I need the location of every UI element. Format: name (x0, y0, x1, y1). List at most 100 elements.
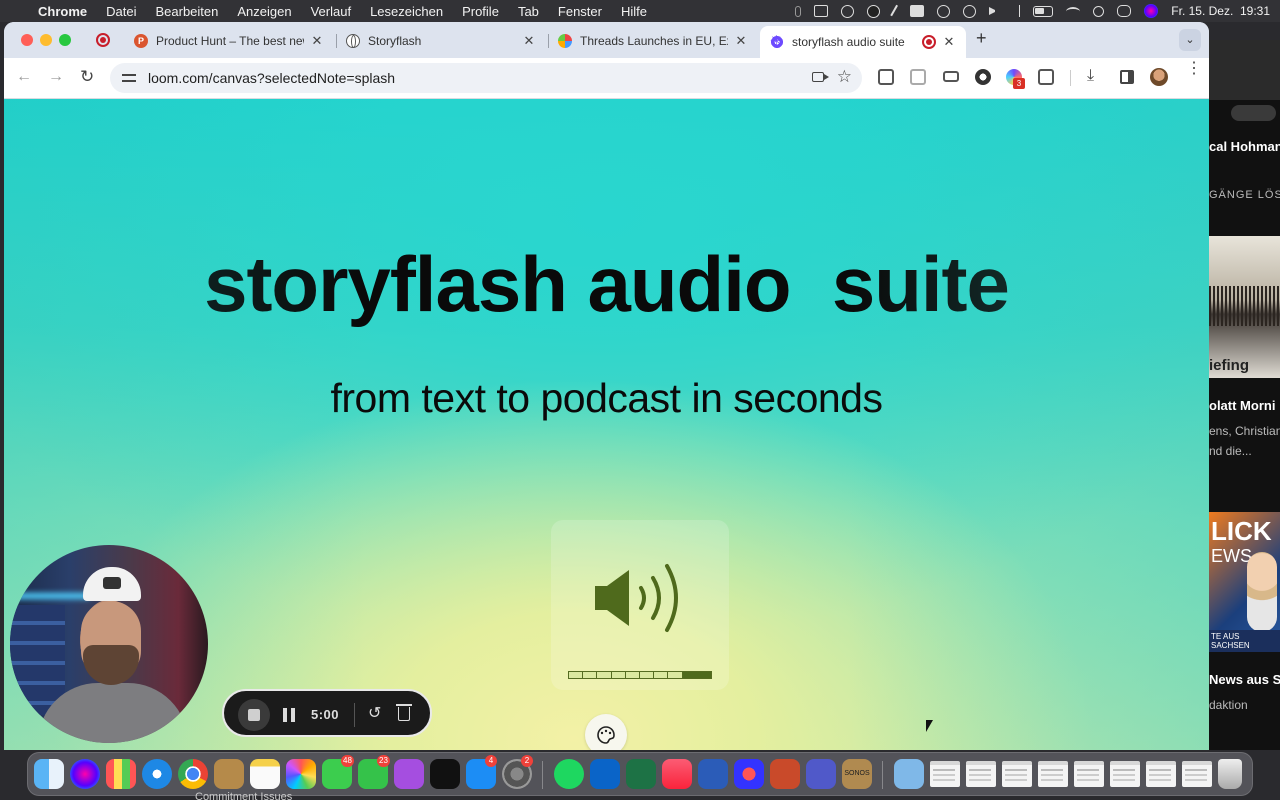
extension-icon[interactable] (878, 69, 894, 85)
folder-icon[interactable] (894, 759, 924, 789)
minimized-window[interactable] (1110, 761, 1140, 787)
siri-dock-icon[interactable] (70, 759, 100, 789)
finder-icon[interactable] (34, 759, 64, 789)
background-article-image-2: LICK EWS TE AUS SACHSEN (1209, 512, 1280, 652)
address-bar[interactable]: loom.com/canvas?selectedNote=splash ☆ (110, 63, 862, 93)
delete-recording-icon[interactable] (396, 704, 412, 721)
minimized-window[interactable] (930, 761, 960, 787)
podcasts-icon[interactable] (394, 759, 424, 789)
webcam-bubble[interactable] (10, 545, 208, 743)
spotify-icon[interactable] (554, 759, 584, 789)
tab-close-icon[interactable]: ✕ (734, 33, 748, 49)
minimized-window[interactable] (1074, 761, 1104, 787)
screen-share-icon[interactable] (814, 5, 829, 17)
restart-recording-icon[interactable]: ↺ (368, 703, 381, 723)
menu-fenster[interactable]: Fenster (558, 4, 602, 19)
wifi-icon[interactable] (1066, 6, 1081, 16)
menu-hilfe[interactable]: Hilfe (621, 4, 647, 19)
minimized-window[interactable] (1146, 761, 1176, 787)
profile-avatar[interactable] (1150, 68, 1168, 86)
menu-verlauf[interactable]: Verlauf (311, 4, 351, 19)
menu-profile[interactable]: Profile (462, 4, 499, 19)
site-settings-icon[interactable] (122, 72, 136, 84)
side-panel-icon[interactable] (1120, 70, 1134, 84)
tab-threads[interactable]: Threads Launches in EU, Exp ✕ (548, 26, 758, 56)
download-icon[interactable]: ⤓ (1087, 67, 1094, 85)
play-icon[interactable] (963, 4, 977, 18)
menu-bearbeiten[interactable]: Bearbeiten (155, 4, 218, 19)
teams-icon[interactable] (806, 759, 836, 789)
url-text[interactable]: loom.com/canvas?selectedNote=splash (148, 70, 395, 86)
theme-palette-button[interactable] (585, 714, 627, 750)
music-icon[interactable] (662, 759, 692, 789)
powerpoint-icon[interactable] (770, 759, 800, 789)
outlook-icon[interactable] (590, 759, 620, 789)
microphone-icon[interactable] (795, 5, 802, 17)
tab-close-icon[interactable]: ✕ (522, 33, 536, 49)
chrome-icon[interactable] (178, 759, 208, 789)
window-minimize-button[interactable] (40, 34, 52, 46)
minimized-window[interactable] (1002, 761, 1032, 787)
minimized-window[interactable] (1038, 761, 1068, 787)
audio-progress-bar[interactable] (568, 671, 712, 679)
background-article-text-1a: ens, Christian (1209, 424, 1280, 438)
cast-icon[interactable] (943, 71, 959, 82)
speaker-volume-icon[interactable] (595, 562, 689, 634)
progress-segment (569, 672, 584, 678)
tab-product-hunt[interactable]: P Product Hunt – The best new ✕ (124, 26, 334, 56)
extension-b-icon[interactable] (910, 69, 926, 85)
bookmark-star-icon[interactable]: ☆ (837, 67, 852, 87)
window-close-button[interactable] (21, 34, 33, 46)
stop-recording-button[interactable] (238, 699, 270, 731)
reload-button[interactable]: ↻ (80, 67, 94, 87)
user-icon[interactable] (937, 4, 951, 18)
tab-storyflash-audio-suite[interactable]: storyflash audio suite ✕ (760, 26, 966, 58)
minimized-window[interactable] (1182, 761, 1212, 787)
excel-icon[interactable] (626, 759, 656, 789)
camera-icon[interactable] (812, 72, 829, 82)
pause-recording-button[interactable] (283, 708, 295, 722)
screen-icon[interactable] (910, 5, 925, 17)
soccer-ball-icon[interactable] (975, 69, 991, 85)
notes-icon[interactable] (250, 759, 280, 789)
menu-app-name[interactable]: Chrome (38, 4, 87, 19)
extensions-puzzle-icon[interactable] (1038, 69, 1054, 85)
tab-storyflash[interactable]: Storyflash ✕ (336, 26, 546, 56)
menu-clock[interactable]: Fr. 15. Dez. 19:31 (1171, 4, 1270, 18)
contacts-icon[interactable] (214, 759, 244, 789)
menu-lesezeichen[interactable]: Lesezeichen (370, 4, 443, 19)
audio-player-card[interactable] (551, 520, 729, 690)
new-tab-button[interactable]: + (976, 28, 987, 49)
safari-icon[interactable] (142, 759, 172, 789)
tab-close-icon[interactable]: ✕ (310, 33, 324, 49)
trash-icon[interactable] (1218, 759, 1242, 789)
chrome-menu-icon[interactable]: ⋮ (1186, 61, 1202, 77)
audacity-icon[interactable] (734, 759, 764, 789)
apple-tv-icon[interactable] (430, 759, 460, 789)
tab-close-icon[interactable]: ✕ (942, 34, 956, 50)
sonos-icon[interactable]: SONOS (842, 759, 872, 789)
siri-icon[interactable] (1144, 4, 1159, 18)
background-article-text-1b: nd die... (1209, 444, 1252, 458)
loom-record-icon[interactable] (867, 4, 881, 18)
search-icon[interactable] (1093, 5, 1105, 17)
photos-icon[interactable] (286, 759, 316, 789)
tab-title: Threads Launches in EU, Exp (580, 34, 728, 48)
grid-icon[interactable] (841, 4, 855, 18)
settings-badge: 2 (521, 755, 533, 767)
menu-anzeigen[interactable]: Anzeigen (237, 4, 291, 19)
back-button[interactable]: ← (16, 68, 32, 86)
control-center-icon[interactable] (1117, 5, 1132, 17)
word-icon[interactable] (698, 759, 728, 789)
minimized-window[interactable] (966, 761, 996, 787)
pen-icon[interactable] (890, 4, 901, 18)
launchpad-icon[interactable] (106, 759, 136, 789)
menu-tab[interactable]: Tab (518, 4, 539, 19)
window-zoom-button[interactable] (59, 34, 71, 46)
forward-button[interactable]: → (48, 68, 64, 86)
bluetooth-icon[interactable] (1014, 5, 1021, 17)
volume-icon[interactable] (989, 7, 1001, 15)
menu-datei[interactable]: Datei (106, 4, 136, 19)
tab-search-button[interactable]: ⌄ (1179, 29, 1201, 51)
battery-icon[interactable] (1033, 5, 1054, 17)
